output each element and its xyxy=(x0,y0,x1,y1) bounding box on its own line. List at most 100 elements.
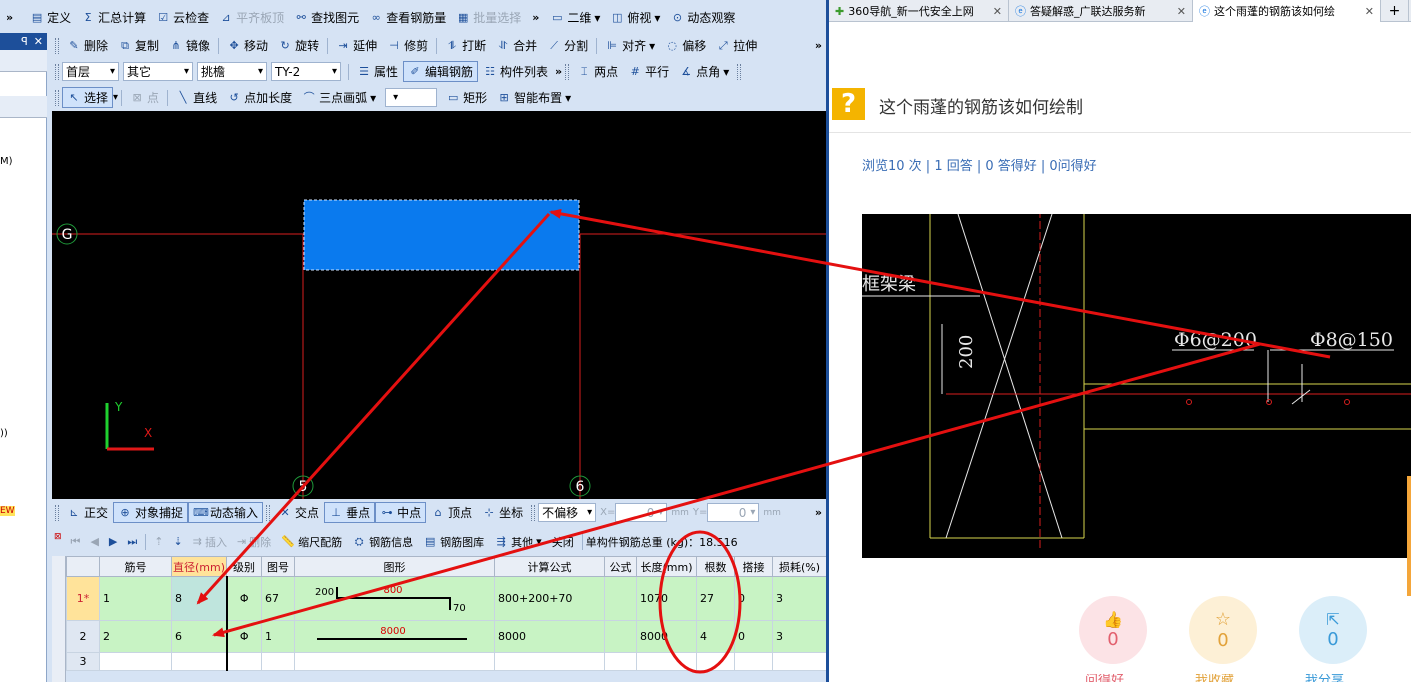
cell-diameter[interactable]: 6 xyxy=(171,620,228,653)
close-editor-button[interactable]: 关闭 xyxy=(547,531,579,552)
arc-option-select[interactable] xyxy=(385,88,438,107)
cell-diameter[interactable] xyxy=(171,652,228,671)
header-count[interactable]: 根数 xyxy=(696,556,735,577)
cell-bar-no[interactable]: 1 xyxy=(99,576,172,621)
toolbar-grip[interactable] xyxy=(737,63,742,80)
delete-button[interactable]: ✎ 删除 xyxy=(62,35,113,56)
floor-select[interactable]: 首层 xyxy=(62,62,119,81)
line-button[interactable]: ╲ 直线 xyxy=(171,87,222,108)
header-bar-no[interactable]: 筋号 xyxy=(99,556,172,577)
browser-tab[interactable]: ⓔ 答疑解惑_广联达服务新 ✕ xyxy=(1009,0,1193,22)
cell-loss[interactable]: 3 xyxy=(772,620,826,653)
header-grade[interactable]: 级别 xyxy=(226,556,262,577)
cell-lap[interactable]: 0 xyxy=(734,620,773,653)
top-view-dropdown[interactable]: ◫ 俯视 ▾ xyxy=(605,7,665,28)
side-float-bar[interactable] xyxy=(1407,476,1411,596)
chevron-down-icon[interactable]: ▾ xyxy=(113,92,118,103)
tree-item-fragment[interactable]: M) xyxy=(0,156,13,167)
row-header[interactable]: 2 xyxy=(66,620,100,653)
dynamic-orbit-button[interactable]: ⊙ 动态观察 xyxy=(665,7,740,28)
question-stats[interactable]: 浏览10 次 | 1 回答 | 0 答得好 | 0问得好 xyxy=(862,155,1097,174)
point-plus-length-button[interactable]: ↺ 点加长度 xyxy=(222,87,297,108)
toolbar-grip[interactable] xyxy=(55,89,59,106)
dynamic-input-toggle[interactable]: ⌨ 动态输入 xyxy=(188,502,264,523)
toolbar-grip[interactable] xyxy=(565,63,570,80)
close-tab-icon[interactable]: ✕ xyxy=(993,5,1002,18)
cell-formula-desc[interactable] xyxy=(604,620,637,653)
insert-row-button[interactable]: ⇉ 插入 xyxy=(188,531,232,552)
three-point-arc-dropdown[interactable]: ⌒ 三点画弧 ▾ xyxy=(297,87,381,108)
header-diameter[interactable]: 直径(mm) xyxy=(171,556,227,577)
first-row-button[interactable]: ⏮ xyxy=(66,531,86,552)
category-select[interactable]: 其它 xyxy=(123,62,193,81)
cell-grade[interactable] xyxy=(226,652,262,671)
view-rebar-qty-button[interactable]: ∞ 查看钢筋量 xyxy=(364,7,451,28)
coordinate-snap[interactable]: ⊹ 坐标 xyxy=(477,502,528,523)
move-button[interactable]: ✥ 移动 xyxy=(222,35,273,56)
header-formula-desc[interactable]: 公式 xyxy=(604,556,637,577)
cell-loss[interactable]: 3 xyxy=(772,576,826,621)
close-tab-icon[interactable]: ✕ xyxy=(1177,5,1186,18)
intersection-snap[interactable]: ✕ 交点 xyxy=(273,502,324,523)
header-formula[interactable]: 计算公式 xyxy=(494,556,605,577)
merge-button[interactable]: ⥯ 合并 xyxy=(491,35,542,56)
pin-icon[interactable]: ꟼ xyxy=(21,35,28,48)
parallel-button[interactable]: # 平行 xyxy=(623,61,674,82)
object-snap-toggle[interactable]: ⊕ 对象捕捉 xyxy=(113,502,189,523)
cell-figure-no[interactable]: 1 xyxy=(261,620,295,653)
toolbar-grip[interactable] xyxy=(266,504,271,521)
new-tab-button[interactable]: + xyxy=(1381,0,1409,22)
toolbar-overflow-4[interactable]: » xyxy=(555,65,562,78)
cell-figure-no[interactable]: 67 xyxy=(261,576,295,621)
element-name-select[interactable]: TY-2 xyxy=(271,62,341,81)
element-list-button[interactable]: ☷ 构件列表 xyxy=(478,61,553,82)
close-icon[interactable]: ✕ xyxy=(34,35,43,48)
question-image[interactable]: 框架梁 200 Φ6@200 Φ8@150 xyxy=(862,214,1411,558)
mirror-button[interactable]: ⋔ 镜像 xyxy=(164,35,215,56)
cell-shape[interactable] xyxy=(294,652,495,671)
cell-lap[interactable] xyxy=(734,652,773,671)
offset-mode-select[interactable]: 不偏移 xyxy=(538,503,597,522)
properties-button[interactable]: ☰ 属性 xyxy=(352,61,403,82)
cell-formula[interactable]: 8000 xyxy=(494,620,605,653)
browser-tab[interactable]: ✚ 360导航_新一代安全上网 ✕ xyxy=(829,0,1009,22)
find-element-button[interactable]: ⚯ 查找图元 xyxy=(289,7,364,28)
rectangle-button[interactable]: ▭ 矩形 xyxy=(441,87,492,108)
cell-shape[interactable]: 8000 xyxy=(294,620,495,653)
edit-rebar-button[interactable]: ✐ 编辑钢筋 xyxy=(403,61,479,82)
share-button[interactable]: ⇱ 0 xyxy=(1299,596,1367,664)
cell-loss[interactable] xyxy=(772,652,826,671)
toolbar-overflow-2[interactable]: » xyxy=(532,11,539,24)
header-shape[interactable]: 图形 xyxy=(294,556,495,577)
cell-grade[interactable]: Φ xyxy=(226,576,262,621)
row-header[interactable]: 3 xyxy=(66,652,100,671)
move-up-button[interactable]: ⇡ xyxy=(149,531,168,552)
move-down-button[interactable]: ⇣ xyxy=(169,531,188,552)
stretch-button[interactable]: ⤢ 拉伸 xyxy=(711,35,762,56)
align-slab-top-button[interactable]: ⊿ 平齐板顶 xyxy=(214,7,289,28)
table-row[interactable]: 2 2 6 Φ 1 8000 8000 8000 4 0 3 xyxy=(66,620,826,653)
cell-formula-desc[interactable] xyxy=(604,652,637,671)
cloud-check-button[interactable]: ☑ 云检查 xyxy=(151,7,214,28)
cell-count[interactable]: 27 xyxy=(696,576,735,621)
align-dropdown[interactable]: ⊫ 对齐 ▾ xyxy=(600,35,660,56)
y-coordinate-input[interactable]: 0 xyxy=(707,503,760,522)
drawing-canvas[interactable]: G 5 6 Y X xyxy=(52,111,826,499)
cell-length[interactable]: 8000 xyxy=(636,620,697,653)
header-loss[interactable]: 损耗(%) xyxy=(772,556,826,577)
cell-bar-no[interactable] xyxy=(99,652,172,671)
vertex-snap[interactable]: ⌂ 顶点 xyxy=(426,502,477,523)
point-button[interactable]: ⊠ 点 xyxy=(125,87,164,108)
cell-formula[interactable]: 800+200+70 xyxy=(494,576,605,621)
browser-tab-active[interactable]: ⓔ 这个雨蓬的钢筋该如何绘 ✕ xyxy=(1193,0,1381,22)
two-point-button[interactable]: ⌶ 两点 xyxy=(572,61,623,82)
header-figure-no[interactable]: 图号 xyxy=(261,556,295,577)
cell-bar-no[interactable]: 2 xyxy=(99,620,172,653)
extend-button[interactable]: ⇥ 延伸 xyxy=(331,35,382,56)
toolbar-grip[interactable] xyxy=(55,504,59,521)
offset-button[interactable]: ◌ 偏移 xyxy=(660,35,711,56)
define-button[interactable]: ▤ 定义 xyxy=(25,7,76,28)
header-length[interactable]: 长度(mm) xyxy=(636,556,697,577)
cell-length[interactable] xyxy=(636,652,697,671)
trim-button[interactable]: ⊣ 修剪 xyxy=(382,35,433,56)
